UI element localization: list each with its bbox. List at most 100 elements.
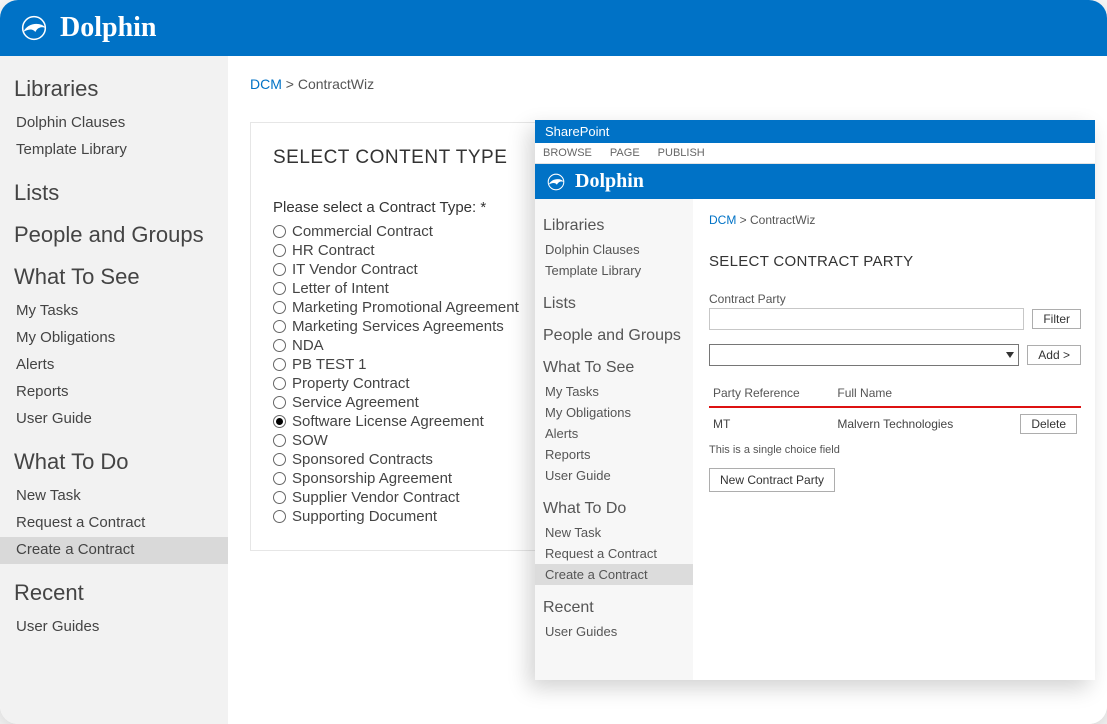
breadcrumb-root[interactable]: DCM xyxy=(250,76,282,92)
nav-section-people: People and Groups xyxy=(14,222,218,248)
nav-section-what-to-do: What To Do xyxy=(14,449,218,475)
nav-item-request-contract[interactable]: Request a Contract xyxy=(14,510,218,537)
contract-type-label: Service Agreement xyxy=(292,394,419,411)
ribbon: BROWSE PAGE PUBLISH xyxy=(535,143,1095,164)
nav-item-user-guide[interactable]: User Guide xyxy=(14,406,218,433)
add-button[interactable]: Add > xyxy=(1027,345,1081,365)
nav-section-what-to-see: What To See xyxy=(14,264,218,290)
inset-left-nav: Libraries Dolphin Clauses Template Libra… xyxy=(535,199,693,680)
radio-icon xyxy=(273,491,286,504)
contract-type-label: Software License Agreement xyxy=(292,413,484,430)
radio-icon xyxy=(273,434,286,447)
inset-nav-section-lists: Lists xyxy=(543,295,685,313)
nav-section-recent: Recent xyxy=(14,580,218,606)
inset-breadcrumb-current: ContractWiz xyxy=(750,213,815,227)
radio-icon xyxy=(273,301,286,314)
inset-nav-section-what-to-see: What To See xyxy=(543,359,685,377)
ribbon-publish[interactable]: PUBLISH xyxy=(658,147,705,159)
inset-nav-my-tasks[interactable]: My Tasks xyxy=(543,381,685,402)
inset-nav-section-recent: Recent xyxy=(543,599,685,617)
contract-type-label: SOW xyxy=(292,432,328,449)
inset-nav-new-task[interactable]: New Task xyxy=(543,522,685,543)
radio-icon xyxy=(273,320,286,333)
nav-item-create-contract[interactable]: Create a Contract xyxy=(0,537,228,564)
radio-icon xyxy=(273,377,286,390)
delete-button[interactable]: Delete xyxy=(1020,414,1077,434)
ribbon-page[interactable]: PAGE xyxy=(610,147,640,159)
single-choice-note: This is a single choice field xyxy=(709,444,1081,456)
party-table: Party Reference Full Name MT Malvern Tec… xyxy=(709,380,1081,440)
contract-type-label: NDA xyxy=(292,337,324,354)
breadcrumb-current: ContractWiz xyxy=(298,76,374,92)
nav-section-libraries: Libraries xyxy=(14,76,218,102)
filter-button[interactable]: Filter xyxy=(1032,309,1081,329)
radio-icon xyxy=(273,472,286,485)
nav-item-new-task[interactable]: New Task xyxy=(14,483,218,510)
radio-icon xyxy=(273,339,286,352)
top-header: Dolphin xyxy=(0,0,1107,56)
inset-nav-user-guides[interactable]: User Guides xyxy=(543,621,685,642)
inset-panel-title: SELECT CONTRACT PARTY xyxy=(709,253,1081,270)
col-full-name: Full Name xyxy=(833,380,996,407)
inset-brand-name: Dolphin xyxy=(575,170,644,193)
inset-breadcrumb-root[interactable]: DCM xyxy=(709,213,736,227)
sharepoint-bar: SharePoint xyxy=(535,120,1095,143)
contract-type-label: PB TEST 1 xyxy=(292,356,366,373)
brand-name: Dolphin xyxy=(60,12,157,44)
nav-item-my-obligations[interactable]: My Obligations xyxy=(14,325,218,352)
contract-type-label: IT Vendor Contract xyxy=(292,261,418,278)
brand: Dolphin xyxy=(18,12,157,44)
contract-type-label: Property Contract xyxy=(292,375,410,392)
contract-party-input[interactable] xyxy=(709,308,1024,330)
nav-item-my-tasks[interactable]: My Tasks xyxy=(14,298,218,325)
breadcrumb-sep: > xyxy=(286,76,298,92)
contract-type-label: Commercial Contract xyxy=(292,223,433,240)
radio-icon xyxy=(273,453,286,466)
nav-section-lists: Lists xyxy=(14,180,218,206)
inset-breadcrumb: DCM > ContractWiz xyxy=(709,213,1081,227)
col-party-reference: Party Reference xyxy=(709,380,833,407)
inset-nav-user-guide[interactable]: User Guide xyxy=(543,465,685,486)
new-contract-party-button[interactable]: New Contract Party xyxy=(709,468,835,492)
nav-item-dolphin-clauses[interactable]: Dolphin Clauses xyxy=(14,110,218,137)
inset-nav-create-contract[interactable]: Create a Contract xyxy=(535,564,693,585)
radio-icon xyxy=(273,282,286,295)
radio-icon xyxy=(273,396,286,409)
nav-item-reports[interactable]: Reports xyxy=(14,379,218,406)
inset-brandbar: Dolphin xyxy=(535,164,1095,199)
contract-type-label: Supplier Vendor Contract xyxy=(292,489,460,506)
breadcrumb: DCM > ContractWiz xyxy=(250,76,1107,92)
left-nav: Libraries Dolphin Clauses Template Libra… xyxy=(0,56,228,724)
radio-icon xyxy=(273,263,286,276)
dolphin-icon xyxy=(545,173,567,191)
inset-nav-section-libraries: Libraries xyxy=(543,217,685,235)
inset-nav-request-contract[interactable]: Request a Contract xyxy=(543,543,685,564)
inset-main: DCM > ContractWiz SELECT CONTRACT PARTY … xyxy=(693,199,1095,680)
table-row: MT Malvern Technologies Delete xyxy=(709,407,1081,440)
radio-icon xyxy=(273,244,286,257)
radio-icon xyxy=(273,358,286,371)
contract-type-label: Sponsorship Agreement xyxy=(292,470,452,487)
inset-nav-section-people: People and Groups xyxy=(543,327,685,345)
contract-type-label: Marketing Promotional Agreement xyxy=(292,299,519,316)
inset-nav-alerts[interactable]: Alerts xyxy=(543,423,685,444)
inset-nav-reports[interactable]: Reports xyxy=(543,444,685,465)
contract-type-label: Sponsored Contracts xyxy=(292,451,433,468)
contract-type-label: Marketing Services Agreements xyxy=(292,318,504,335)
radio-icon xyxy=(273,415,286,428)
nav-item-alerts[interactable]: Alerts xyxy=(14,352,218,379)
cell-party-reference: MT xyxy=(709,407,833,440)
ribbon-browse[interactable]: BROWSE xyxy=(543,147,592,159)
inset-nav-dolphin-clauses[interactable]: Dolphin Clauses xyxy=(543,239,685,260)
contract-type-label: HR Contract xyxy=(292,242,375,259)
radio-icon xyxy=(273,225,286,238)
inset-nav-my-obligations[interactable]: My Obligations xyxy=(543,402,685,423)
nav-item-template-library[interactable]: Template Library xyxy=(14,137,218,164)
cell-full-name: Malvern Technologies xyxy=(833,407,996,440)
contract-type-label: Supporting Document xyxy=(292,508,437,525)
inset-nav-template-library[interactable]: Template Library xyxy=(543,260,685,281)
inset-nav-section-what-to-do: What To Do xyxy=(543,500,685,518)
contract-party-select[interactable] xyxy=(709,344,1019,366)
radio-icon xyxy=(273,510,286,523)
nav-item-user-guides[interactable]: User Guides xyxy=(14,614,218,641)
